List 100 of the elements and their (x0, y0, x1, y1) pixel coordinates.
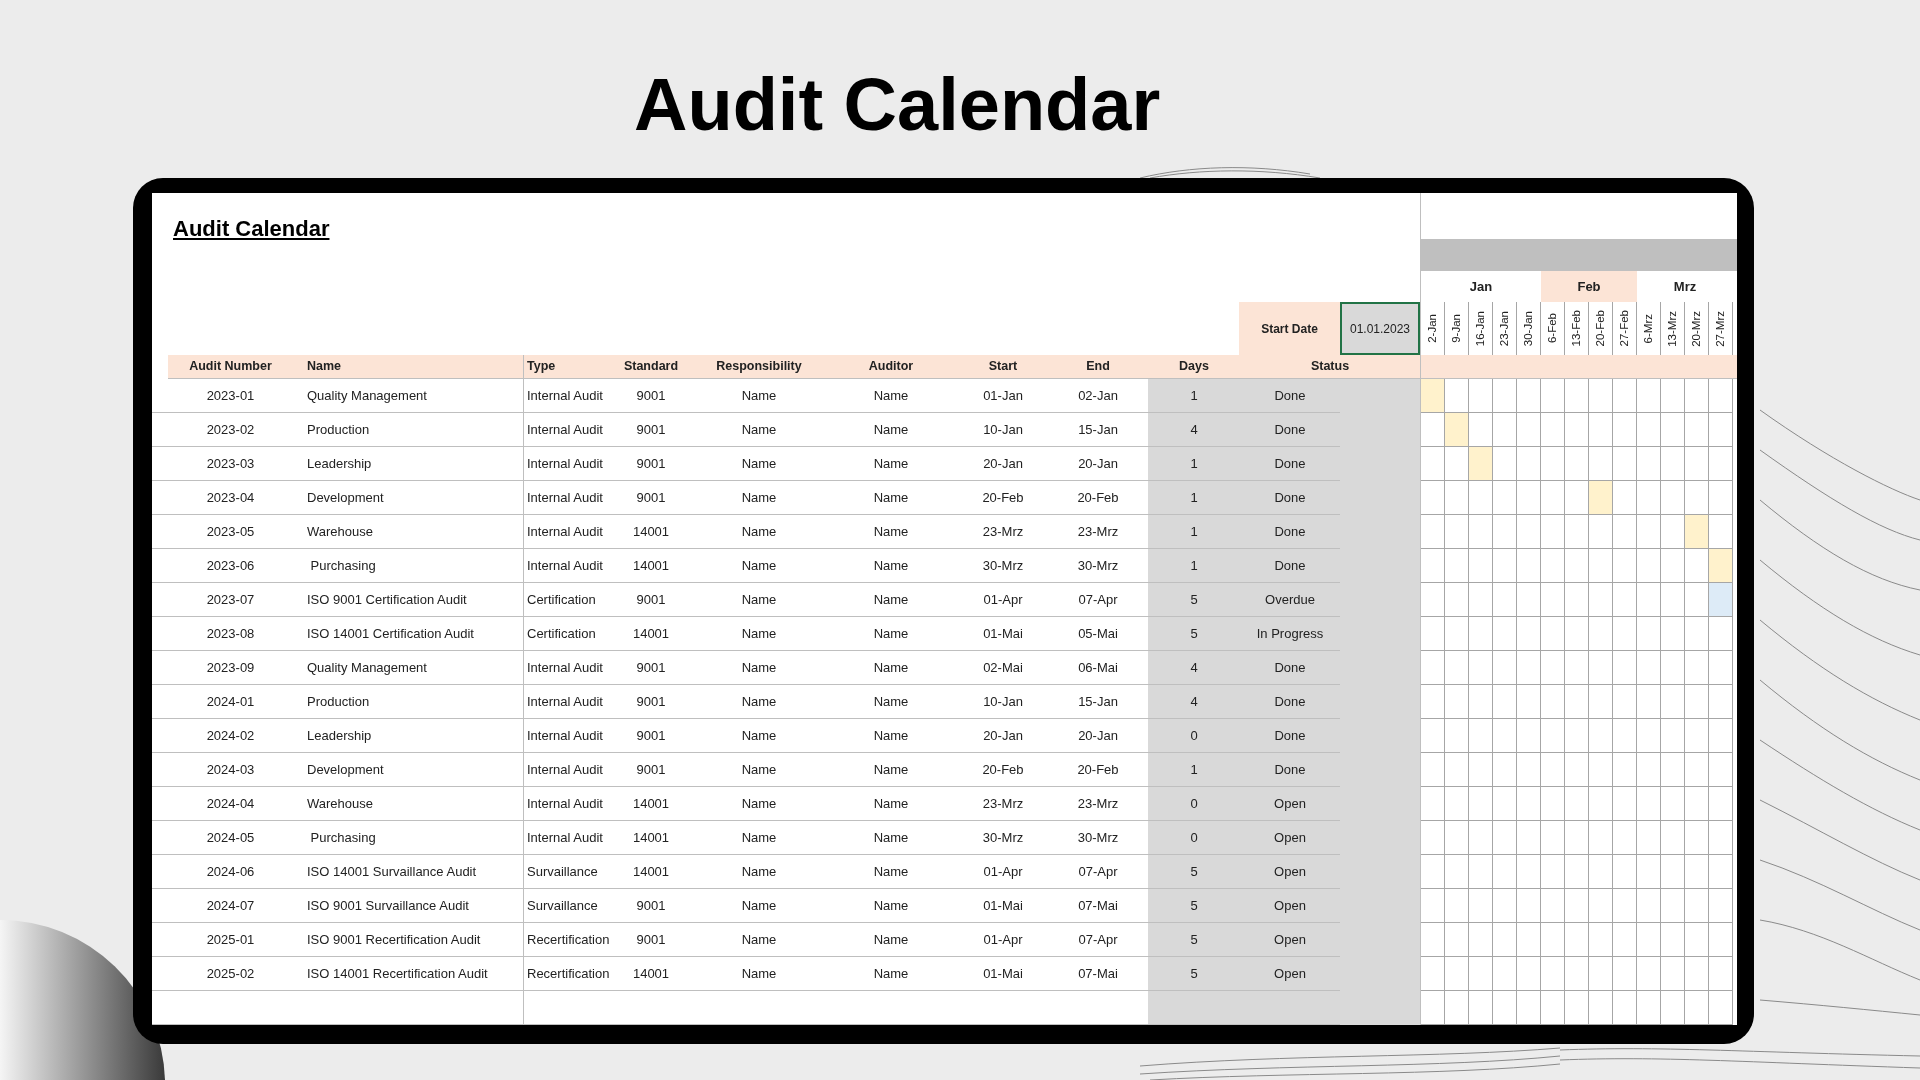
timeline-cell (1445, 855, 1469, 889)
timeline-cell (1421, 855, 1445, 889)
table-cell: Name (824, 447, 958, 481)
table-cell: Internal Audit (523, 719, 608, 753)
timeline-cell (1541, 753, 1565, 787)
timeline-cell (1637, 923, 1661, 957)
table-cell: 0 (1148, 787, 1240, 821)
timeline-cell (1541, 991, 1565, 1025)
timeline-cell (1589, 685, 1613, 719)
table-cell: 5 (1148, 957, 1240, 991)
timeline-cell (1517, 753, 1541, 787)
timeline-cell (1421, 991, 1445, 1025)
timeline-cell (1589, 617, 1613, 651)
table-cell: 14001 (608, 821, 694, 855)
timeline-cell (1709, 787, 1733, 821)
week-label: 13-Feb (1568, 310, 1583, 347)
table-cell: Quality Management (293, 379, 523, 413)
week-label: 30-Jan (1520, 310, 1535, 347)
table-cell: Internal Audit (523, 379, 608, 413)
table-cell: Name (694, 685, 824, 719)
timeline-cell (1469, 821, 1493, 855)
table-cell: 2025-02 (152, 957, 293, 991)
table-cell: 20-Jan (958, 447, 1048, 481)
table-cell: 2025-01 (152, 923, 293, 957)
table-cell: Name (824, 617, 958, 651)
timeline-cell (1565, 957, 1589, 991)
timeline-cell (1685, 855, 1709, 889)
table-cell: Name (694, 957, 824, 991)
table-cell: Done (1240, 447, 1340, 481)
table-cell: Name (694, 855, 824, 889)
timeline-cell (1541, 719, 1565, 753)
start-date-field[interactable]: 01.01.2023 (1340, 302, 1420, 355)
timeline-cell (1637, 957, 1661, 991)
table-cell: 9001 (608, 583, 694, 617)
timeline-cell (1493, 957, 1517, 991)
timeline-cell (1637, 685, 1661, 719)
timeline-cell (1469, 889, 1493, 923)
table-cell: 0 (1148, 821, 1240, 855)
timeline-cell (1469, 753, 1493, 787)
table-cell: Internal Audit (523, 787, 608, 821)
timeline-cell (1661, 719, 1685, 753)
timeline-cell (1469, 651, 1493, 685)
timeline-cell (1661, 787, 1685, 821)
timeline-cell (1421, 651, 1445, 685)
table-cell: 2023-01 (152, 379, 293, 413)
table-cell: In Progress (1240, 617, 1340, 651)
timeline-cell (1445, 787, 1469, 821)
timeline-cell (1493, 821, 1517, 855)
timeline-cell (1517, 685, 1541, 719)
table-cell: Survaillance (523, 855, 608, 889)
table-cell: 9001 (608, 447, 694, 481)
table-cell: Name (824, 481, 958, 515)
timeline-cell (1613, 855, 1637, 889)
table-cell: Name (824, 855, 958, 889)
timeline-cell (1493, 753, 1517, 787)
timeline-cell (1661, 991, 1685, 1025)
week-label: 9-Jan (1448, 314, 1463, 343)
timeline-cell (1709, 957, 1733, 991)
timeline-cell (1661, 957, 1685, 991)
table-cell: Certification (523, 583, 608, 617)
table-cell: Name (824, 685, 958, 719)
timeline-cell (1613, 889, 1637, 923)
timeline-cell (1613, 685, 1637, 719)
table-cell: 9001 (608, 413, 694, 447)
column-header: End (1085, 358, 1111, 376)
table-cell: 14001 (608, 957, 694, 991)
table-cell: ISO 9001 Certification Audit (293, 583, 523, 617)
table-cell: 14001 (608, 787, 694, 821)
table-cell: 1 (1148, 515, 1240, 549)
week-label: 6-Feb (1544, 313, 1559, 344)
table-cell: Certification (523, 617, 608, 651)
timeline-cell (1565, 719, 1589, 753)
table-cell: Development (293, 481, 523, 515)
table-cell: 01-Mai (958, 617, 1048, 651)
table-cell: Open (1240, 889, 1340, 923)
table-cell: 2024-07 (152, 889, 293, 923)
table-cell: 10-Jan (958, 413, 1048, 447)
week-label: 16-Jan (1472, 310, 1487, 347)
table-cell: 01-Apr (958, 855, 1048, 889)
timeline-cell (1493, 889, 1517, 923)
timeline-cell (1445, 651, 1469, 685)
table-cell: 2023-04 (152, 481, 293, 515)
timeline-cell (1685, 617, 1709, 651)
table-cell: 23-Mrz (958, 787, 1048, 821)
table-cell: 1 (1148, 447, 1240, 481)
table-cell: Warehouse (293, 515, 523, 549)
table-cell: Name (694, 821, 824, 855)
table-cell: Name (824, 923, 958, 957)
timeline-cell (1589, 787, 1613, 821)
table-cell: 2023-08 (152, 617, 293, 651)
timeline-cell (1565, 991, 1589, 1025)
timeline-cell (1589, 889, 1613, 923)
timeline-cell (1613, 753, 1637, 787)
timeline-cell (1637, 719, 1661, 753)
table-cell: ISO 14001 Survaillance Audit (293, 855, 523, 889)
timeline-cell (1469, 787, 1493, 821)
table-cell: Done (1240, 549, 1340, 583)
month-header: Feb (1541, 271, 1637, 302)
timeline-cell (1637, 753, 1661, 787)
timeline-cell (1493, 855, 1517, 889)
